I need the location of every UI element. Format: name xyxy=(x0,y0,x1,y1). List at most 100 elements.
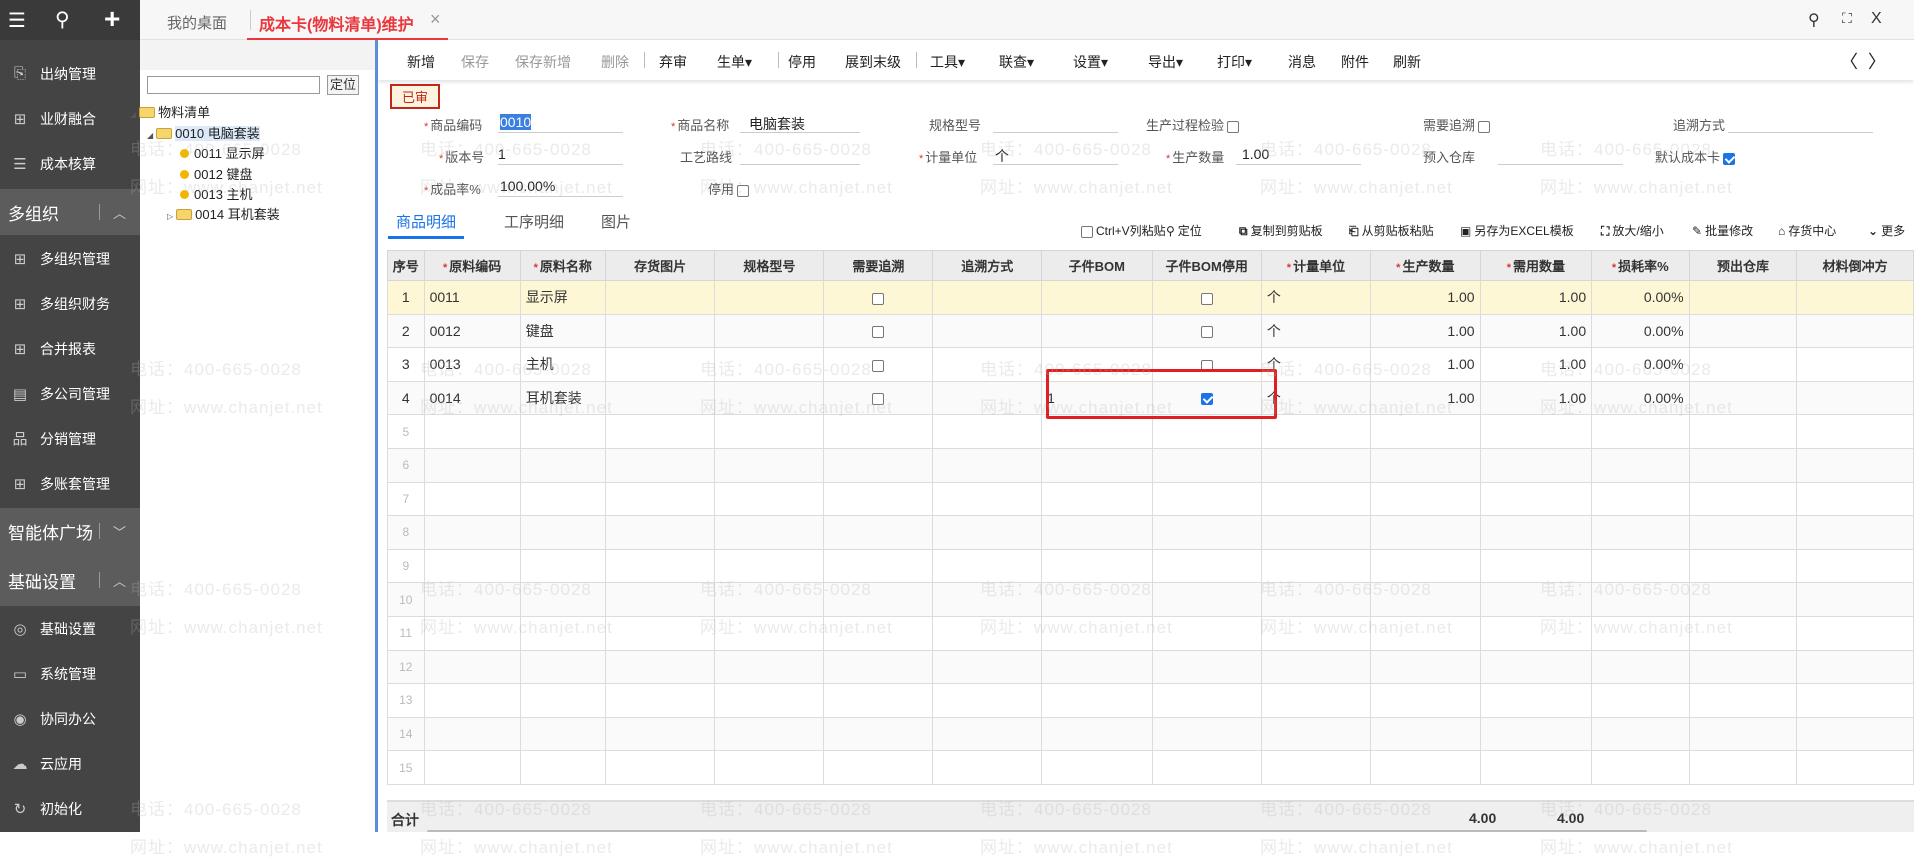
grid-cell[interactable] xyxy=(1591,481,1690,517)
grid-cell[interactable] xyxy=(1151,615,1262,651)
grid-cell[interactable] xyxy=(1688,515,1798,550)
grid-cell[interactable] xyxy=(932,683,1043,718)
grid-cell[interactable] xyxy=(1370,447,1481,483)
prod-qty[interactable]: 1.00 xyxy=(1370,313,1481,349)
grid-cell[interactable] xyxy=(714,683,825,718)
grid-cell[interactable] xyxy=(1591,615,1690,651)
sidebar-item-consolidated[interactable]: ⊞ 合并报表 xyxy=(0,326,140,371)
material-name[interactable]: 主机 xyxy=(519,347,606,382)
inventory-tool[interactable]: ⌂ 存货中心 xyxy=(1778,222,1836,239)
grid-cell[interactable] xyxy=(604,649,716,685)
grid-cell[interactable] xyxy=(932,548,1043,584)
tree-toggle-icon[interactable]: ◢ xyxy=(130,110,136,119)
loss-rate[interactable]: 0.00% xyxy=(1591,380,1690,416)
grid-cell[interactable] xyxy=(1260,515,1372,550)
grid-cell[interactable] xyxy=(1041,750,1153,785)
unit[interactable]: 个 xyxy=(1260,380,1372,416)
grid-cell[interactable] xyxy=(519,414,606,449)
grid-cell[interactable] xyxy=(423,414,521,449)
grid-cell[interactable] xyxy=(1151,447,1262,483)
save_excel-tool[interactable]: ▣ 另存为EXCEL模板 xyxy=(1460,222,1574,239)
sidebar-item-companies[interactable]: ▤ 多公司管理 xyxy=(0,371,140,416)
grid-cell[interactable] xyxy=(1688,548,1798,584)
toolbar-button[interactable]: 保存新增 xyxy=(515,52,571,72)
grid-cell[interactable] xyxy=(1796,615,1914,651)
table-row[interactable]: 2 0012 键盘个 1.00 1.00 0.00% xyxy=(387,313,1914,349)
loss-rate[interactable]: 0.00% xyxy=(1591,347,1690,382)
grid-cell[interactable] xyxy=(1151,515,1262,550)
sidebar-item-org-manage[interactable]: ⊞ 多组织管理 xyxy=(0,236,140,281)
row-number[interactable]: 1 xyxy=(387,280,425,315)
sidebar-item-accounts[interactable]: ⊞ 多账套管理 xyxy=(0,461,140,506)
unit[interactable]: 个 xyxy=(1260,347,1372,382)
tab-process[interactable]: 工序明细 xyxy=(496,211,572,232)
grid-cell[interactable] xyxy=(604,548,716,584)
sidebar-item-org-finance[interactable]: ⊞ 多组织财务 xyxy=(0,281,140,326)
need-trace-checkbox[interactable] xyxy=(872,359,885,372)
grid-cell[interactable] xyxy=(1151,750,1262,785)
grid-cell[interactable] xyxy=(1151,582,1262,617)
row-number[interactable]: 2 xyxy=(387,313,425,349)
table-row[interactable]: 12 xyxy=(387,649,1914,685)
grid-cell[interactable] xyxy=(823,582,934,617)
grid-cell[interactable] xyxy=(1688,716,1798,752)
grid-cell[interactable] xyxy=(1479,414,1593,449)
sidebar-item-distribution[interactable]: 品分销管理 xyxy=(0,416,140,461)
material-code[interactable]: 0014 xyxy=(423,380,521,416)
grid-cell[interactable] xyxy=(1688,683,1798,718)
grid-cell[interactable] xyxy=(1370,481,1481,517)
grid-cell[interactable] xyxy=(1479,716,1593,752)
grid-cell[interactable] xyxy=(714,515,825,550)
grid-cell[interactable] xyxy=(1370,414,1481,449)
table-row[interactable]: 8 xyxy=(387,515,1914,550)
yield-value[interactable]: 100.00% xyxy=(500,178,555,194)
copy-tool[interactable]: ⧉ 复制到剪贴板 xyxy=(1239,222,1323,239)
loss-rate[interactable]: 0.00% xyxy=(1591,313,1690,349)
tree-toggle-icon[interactable]: ▷ xyxy=(167,212,173,221)
grid-cell[interactable] xyxy=(823,615,934,651)
menu-icon[interactable]: ☰ xyxy=(8,8,26,33)
tree-node[interactable]: 0013 主机 xyxy=(180,184,253,203)
grid-cell[interactable] xyxy=(1151,683,1262,718)
column-header[interactable]: 追溯方式 xyxy=(932,250,1043,281)
column-header[interactable]: * 损耗率% xyxy=(1591,250,1690,281)
toolbar-button[interactable]: 导出▾ xyxy=(1148,52,1183,72)
sidebar-item-collab[interactable]: ◉ 协同办公 xyxy=(0,696,140,741)
sidebar-item-finance[interactable]: ⊞ 业财融合 xyxy=(0,96,140,141)
table-row[interactable]: 15 xyxy=(387,750,1914,785)
grid-cell[interactable] xyxy=(519,716,606,752)
grid-cell[interactable] xyxy=(823,750,934,785)
grid-cell[interactable] xyxy=(1796,683,1914,718)
grid-cell[interactable] xyxy=(1041,447,1153,483)
table-row[interactable]: 11 xyxy=(387,615,1914,651)
sub-bom-disabled-checkbox[interactable] xyxy=(1200,292,1213,305)
toolbar-button[interactable]: 工具▾ xyxy=(930,52,965,72)
grid-cell[interactable] xyxy=(1370,615,1481,651)
grid-cell[interactable] xyxy=(1041,582,1153,617)
grid-cell[interactable] xyxy=(1688,481,1798,517)
grid-cell[interactable] xyxy=(1688,582,1798,617)
grid-cell[interactable] xyxy=(1591,515,1690,550)
toolbar-button[interactable]: 刷新 xyxy=(1393,52,1421,72)
tab-desktop[interactable]: 我的桌面 xyxy=(167,12,227,33)
grid-cell[interactable] xyxy=(1370,716,1481,752)
grid-cell[interactable] xyxy=(1151,649,1262,685)
need-trace[interactable] xyxy=(823,313,934,349)
next-icon[interactable]: 〉 xyxy=(1868,48,1886,74)
grid-cell[interactable] xyxy=(714,548,825,584)
tree-node[interactable]: 0012 键盘 xyxy=(180,164,253,183)
grid-cell[interactable] xyxy=(823,414,934,449)
tree-node[interactable]: 0011 显示屏 xyxy=(180,143,265,162)
spec[interactable] xyxy=(714,347,825,382)
grid-cell[interactable] xyxy=(1688,447,1798,483)
grid-cell[interactable] xyxy=(1479,683,1593,718)
grid-cell[interactable] xyxy=(1151,548,1262,584)
grid-cell[interactable] xyxy=(1041,683,1153,718)
row-number[interactable]: 3 xyxy=(387,347,425,382)
need-trace-checkbox[interactable] xyxy=(872,393,885,406)
inventory-image[interactable] xyxy=(604,380,716,416)
search-icon[interactable]: ⚲ xyxy=(55,7,70,32)
grid-cell[interactable] xyxy=(1479,582,1593,617)
material-code[interactable]: 0012 xyxy=(423,313,521,349)
table-row[interactable]: 13 xyxy=(387,683,1914,718)
